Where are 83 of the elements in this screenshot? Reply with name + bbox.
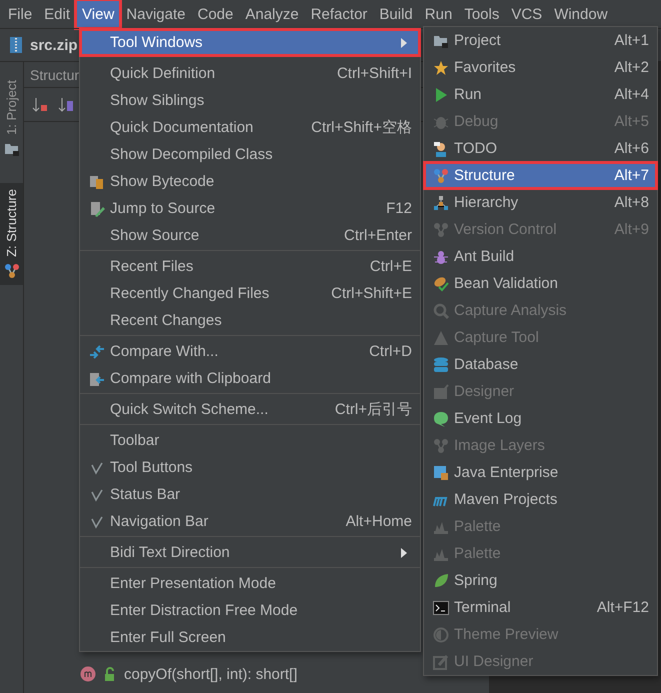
menu-bar-item[interactable]: File [2, 0, 38, 28]
person-icon [433, 140, 449, 156]
menu-item[interactable]: Favorites Alt+2 [424, 54, 657, 81]
menu-item[interactable]: Tool Windows [80, 29, 420, 56]
ant-icon [433, 248, 449, 264]
menu-bar-item[interactable]: Refactor [304, 0, 374, 28]
menu-item[interactable]: Enter Presentation Mode [80, 570, 420, 597]
menu-item[interactable]: Maven Projects [424, 486, 657, 513]
menu-bar-item[interactable]: Analyze [239, 0, 305, 28]
menu-item[interactable]: Quick Definition Ctrl+Shift+I [80, 60, 420, 87]
menu-item[interactable]: Structure Alt+7 [424, 162, 657, 189]
menu-bar-item[interactable]: Code [191, 0, 240, 28]
speech-bubble-icon [433, 410, 449, 426]
sort-icon [32, 96, 48, 112]
node-graph-icon [433, 168, 449, 184]
check-icon [89, 514, 105, 530]
pencil-square-icon [433, 654, 449, 670]
node-graph-icon [433, 438, 449, 454]
arrows-icon [89, 344, 105, 360]
node-graph-icon [433, 222, 449, 238]
menu-bar-item[interactable]: VCS [505, 0, 548, 28]
check-icon [89, 460, 105, 476]
menu-item[interactable]: Navigation Bar Alt+Home [80, 508, 420, 535]
half-circle-icon [433, 626, 449, 642]
menu-bar-item[interactable]: Tools [458, 0, 506, 28]
menu-item[interactable]: Tool Buttons [80, 454, 420, 481]
star-icon [433, 60, 449, 76]
zip-icon [8, 37, 24, 53]
menu-item[interactable]: Show Source Ctrl+Enter [80, 222, 420, 249]
document-icon [89, 174, 105, 190]
menu-item[interactable]: Show Siblings [80, 87, 420, 114]
play-icon [433, 86, 449, 102]
magnifier-icon [433, 302, 449, 318]
menu-item[interactable]: Bean Validation [424, 270, 657, 297]
menu-item[interactable]: Recent Files Ctrl+E [80, 253, 420, 280]
menu-item[interactable]: Java Enterprise [424, 459, 657, 486]
menu-item[interactable]: Event Log [424, 405, 657, 432]
terminal-icon [433, 600, 449, 616]
tool-window-tab[interactable]: Z: Structure [0, 182, 23, 285]
menu-bar-item[interactable]: View [76, 0, 120, 28]
menu-item[interactable]: Show Bytecode [80, 168, 420, 195]
menu-item[interactable]: Terminal Alt+F12 [424, 594, 657, 621]
menu-item[interactable]: Hierarchy Alt+8 [424, 189, 657, 216]
sort-icon [58, 96, 74, 112]
menu-item[interactable]: Jump to Source F12 [80, 195, 420, 222]
menu-item[interactable]: Compare with Clipboard [80, 365, 420, 392]
menu-item[interactable]: Status Bar [80, 481, 420, 508]
menu-item[interactable]: Quick Switch Scheme... Ctrl+后引号 [80, 396, 420, 423]
hierarchy-icon [433, 194, 449, 210]
check-icon [89, 486, 105, 502]
menu-bar-item[interactable]: Run [418, 0, 458, 28]
menu-item[interactable]: Database [424, 351, 657, 378]
database-icon [433, 356, 449, 372]
menu-item[interactable]: Run Alt+4 [424, 81, 657, 108]
node-graph-icon [4, 262, 20, 279]
menu-item[interactable]: TODO Alt+6 [424, 135, 657, 162]
menu-item[interactable]: Show Decompiled Class [80, 141, 420, 168]
menu-bar-item[interactable]: Window [548, 0, 614, 28]
clipboard-icon [89, 370, 105, 386]
method-icon [80, 666, 96, 682]
menu-bar-item[interactable]: Build [373, 0, 419, 28]
panel-title: Structur [30, 66, 80, 82]
menu-item[interactable]: Quick Documentation Ctrl+Shift+空格 [80, 114, 420, 141]
menu-item[interactable]: Bidi Text Direction [80, 539, 420, 566]
breadcrumb[interactable]: src.zip [30, 36, 78, 54]
pencil-document-icon [89, 200, 105, 216]
warning-icon [433, 330, 449, 346]
leaf-icon [433, 572, 449, 588]
bean-check-icon [433, 276, 449, 292]
menu-bar-item[interactable]: Edit [38, 0, 76, 28]
menu-item[interactable]: Enter Full Screen [80, 624, 420, 651]
tool-window-tab[interactable]: 1: Project [0, 74, 23, 163]
menu-item[interactable]: Project Alt+1 [424, 27, 657, 54]
menu-item[interactable]: Recent Changes [80, 307, 420, 334]
menu-item[interactable]: Toolbar [80, 427, 420, 454]
menu-item[interactable]: Compare With... Ctrl+D [80, 338, 420, 365]
menu-item[interactable]: Recently Changed Files Ctrl+Shift+E [80, 280, 420, 307]
tree-item[interactable]: copyOf(short[], int): short[] [124, 666, 298, 682]
menu-bar-item[interactable]: Navigate [120, 0, 192, 28]
menu-item[interactable]: Enter Distraction Free Mode [80, 597, 420, 624]
menu-item[interactable]: Spring [424, 567, 657, 594]
menu-item[interactable]: Ant Build [424, 243, 657, 270]
window-icon [433, 464, 449, 480]
